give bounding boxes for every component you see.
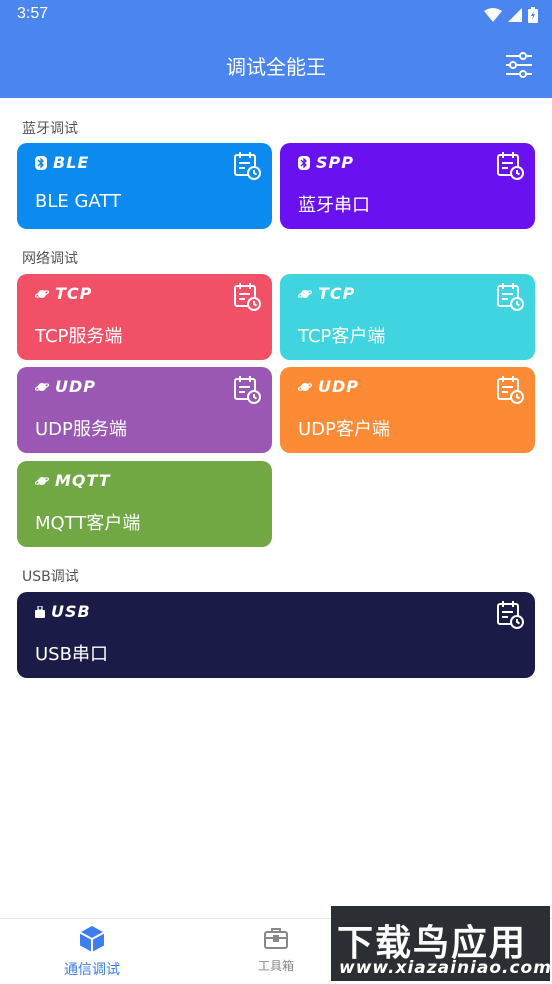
battery-icon xyxy=(528,7,538,23)
spp-badge: SPP xyxy=(298,153,354,172)
planet-icon xyxy=(298,382,312,391)
udp-client-badge-text: UDP xyxy=(318,377,359,396)
usb-plug-icon xyxy=(35,605,45,618)
card-udp-client[interactable]: UDP UDP客户端 xyxy=(280,367,535,453)
calendar-clock-icon[interactable] xyxy=(497,375,525,405)
mqtt-client-badge: MQTT xyxy=(35,471,111,490)
planet-icon xyxy=(35,382,49,391)
spp-label: 蓝牙串口 xyxy=(298,195,370,216)
card-tcp-server[interactable]: TCP TCP服务端 xyxy=(17,274,272,360)
app-bar: 调试全能王 xyxy=(0,30,552,98)
section-title-usb: USB调试 xyxy=(22,569,79,585)
calendar-clock-icon[interactable] xyxy=(497,151,525,181)
section-title-bluetooth: 蓝牙调试 xyxy=(22,121,78,137)
status-icons xyxy=(484,6,538,24)
toolbox-icon xyxy=(264,928,288,949)
usb-label: USB串口 xyxy=(35,644,108,665)
udp-server-label: UDP服务端 xyxy=(35,419,127,440)
planet-icon xyxy=(298,289,312,298)
settings-sliders-icon[interactable] xyxy=(504,50,534,80)
tab-comm-debug-label: 通信调试 xyxy=(64,962,120,978)
status-time: 3:57 xyxy=(17,5,49,22)
cube-icon xyxy=(79,926,105,952)
card-tcp-client[interactable]: TCP TCP客户端 xyxy=(280,274,535,360)
tab-comm-debug[interactable]: 通信调试 xyxy=(32,925,152,979)
watermark: 下载鸟应用 www.xiazainiao.com xyxy=(331,906,552,981)
tab-toolbox-label: 工具箱 xyxy=(257,959,294,973)
status-bar: 3:57 xyxy=(0,0,552,30)
wifi-icon xyxy=(484,8,502,22)
calendar-clock-icon[interactable] xyxy=(497,600,525,630)
section-title-network: 网络调试 xyxy=(22,251,78,267)
card-mqtt-client[interactable]: MQTT MQTT客户端 xyxy=(17,461,272,547)
card-ble[interactable]: BLE BLE GATT xyxy=(17,143,272,229)
calendar-clock-icon[interactable] xyxy=(497,282,525,312)
udp-client-label: UDP客户端 xyxy=(298,419,390,440)
calendar-clock-icon[interactable] xyxy=(234,375,262,405)
mqtt-client-label: MQTT客户端 xyxy=(35,513,141,534)
planet-icon xyxy=(35,476,49,485)
ble-badge-text: BLE xyxy=(53,153,90,172)
tcp-client-label: TCP客户端 xyxy=(298,326,386,347)
tcp-server-badge-text: TCP xyxy=(55,284,93,303)
tcp-server-badge: TCP xyxy=(35,284,92,303)
spp-badge-text: SPP xyxy=(316,153,354,172)
bluetooth-icon xyxy=(298,155,310,170)
udp-server-badge-text: UDP xyxy=(55,377,96,396)
usb-badge: USB xyxy=(35,602,91,621)
tab-toolbox[interactable]: 工具箱 xyxy=(216,925,336,974)
tcp-server-label: TCP服务端 xyxy=(35,326,123,347)
tcp-client-badge: TCP xyxy=(298,284,355,303)
ble-badge: BLE xyxy=(35,153,89,172)
mqtt-client-badge-text: MQTT xyxy=(55,471,111,490)
page-title: 调试全能王 xyxy=(226,55,326,79)
card-spp[interactable]: SPP 蓝牙串口 xyxy=(280,143,535,229)
bluetooth-icon xyxy=(35,155,47,170)
calendar-clock-icon[interactable] xyxy=(234,282,262,312)
planet-icon xyxy=(35,289,49,298)
usb-badge-text: USB xyxy=(51,602,91,621)
card-usb-serial[interactable]: USB USB串口 xyxy=(17,592,535,678)
watermark-url: www.xiazainiao.com xyxy=(339,958,552,978)
calendar-clock-icon[interactable] xyxy=(234,151,262,181)
card-udp-server[interactable]: UDP UDP服务端 xyxy=(17,367,272,453)
udp-client-badge: UDP xyxy=(298,377,359,396)
ble-label: BLE GATT xyxy=(35,191,122,212)
signal-icon xyxy=(508,8,522,22)
udp-server-badge: UDP xyxy=(35,377,96,396)
tcp-client-badge-text: TCP xyxy=(318,284,356,303)
